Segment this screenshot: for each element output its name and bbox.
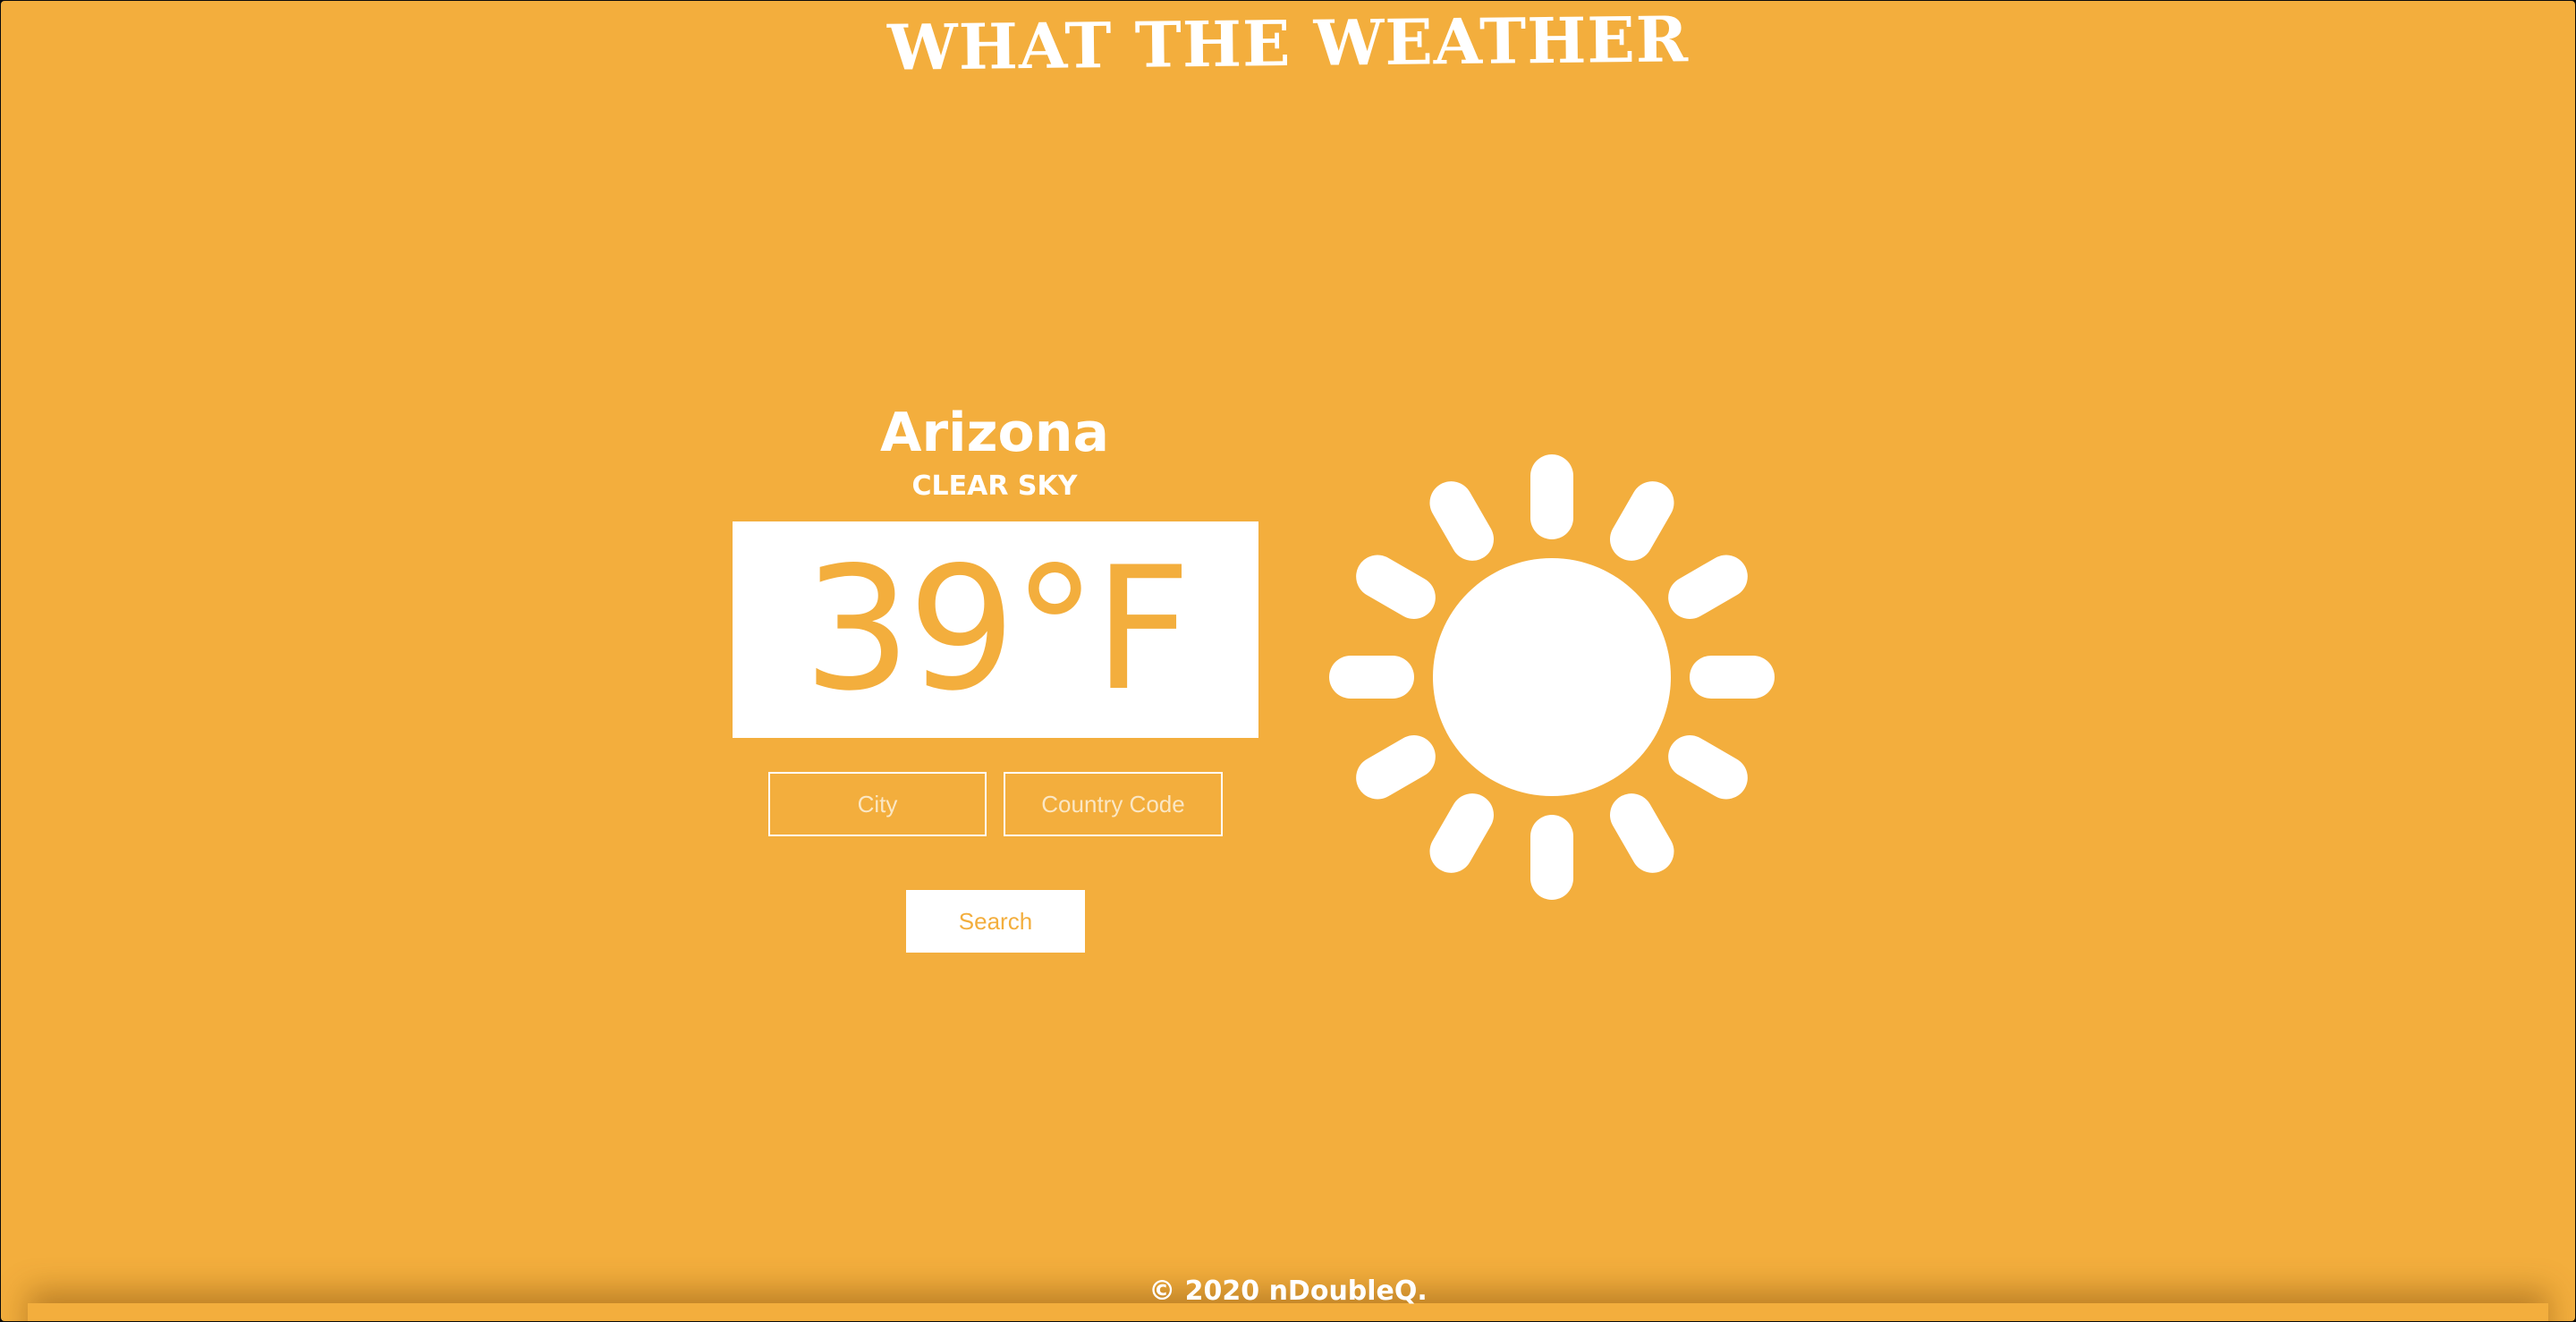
- temperature-card: 39°F: [733, 521, 1258, 738]
- city-input[interactable]: [768, 772, 987, 836]
- weather-condition: CLEAR SKY: [911, 470, 1078, 502]
- sun-ray: [1690, 656, 1775, 699]
- sun-ray: [1530, 815, 1573, 900]
- country-code-input[interactable]: [1004, 772, 1223, 836]
- sun-ray: [1429, 793, 1494, 873]
- search-button[interactable]: Search: [906, 890, 1085, 953]
- sun-ray: [1329, 656, 1414, 699]
- sun-ray: [1610, 481, 1674, 561]
- footer-copyright: © 2020 nDoubleQ.: [1148, 1275, 1428, 1307]
- sun-ray: [1356, 555, 1436, 619]
- sun-ray: [1668, 735, 1748, 800]
- temperature-value: 39°F: [802, 530, 1191, 728]
- sun-ray: [1530, 454, 1573, 539]
- sun-ray: [1610, 793, 1674, 873]
- sun-icon: [1329, 454, 1775, 900]
- location-name: Arizona: [880, 402, 1109, 464]
- sun-ray: [1429, 481, 1494, 561]
- sun-ray: [1668, 555, 1748, 619]
- weather-app: WHAT THE WEATHER Arizona CLEAR SKY 39°F …: [1, 1, 2575, 1321]
- app-title: WHAT THE WEATHER: [886, 2, 1690, 85]
- sun-ray: [1356, 735, 1436, 800]
